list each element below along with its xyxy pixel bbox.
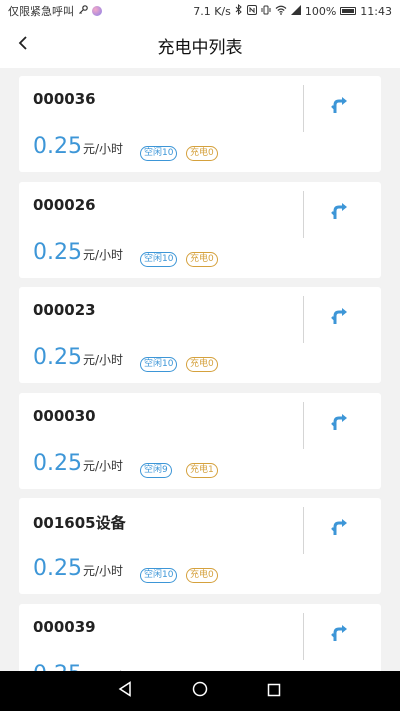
station-name: 000036: [33, 90, 96, 108]
station-price: 0.25 元/小时: [33, 134, 123, 159]
navigate-button[interactable]: [322, 618, 356, 652]
back-button[interactable]: [8, 30, 38, 60]
system-recents-button[interactable]: [264, 681, 284, 701]
idle-count-badge: 空闲9: [140, 462, 172, 478]
navigate-button[interactable]: [322, 512, 356, 546]
price-unit: 元/小时: [82, 142, 124, 156]
turn-right-arrow-icon: [329, 306, 349, 330]
square-recents-icon: [267, 682, 281, 701]
status-right: 7.1 K/s 100% 11:43: [193, 3, 392, 18]
charging-count-badge: 充电0: [186, 568, 218, 583]
turn-right-arrow-icon: [329, 623, 349, 647]
system-back-button[interactable]: [115, 681, 135, 701]
station-price: 0.25 元/小时: [33, 556, 123, 581]
divider: [303, 612, 304, 660]
station-list[interactable]: 000036 0.25 元/小时 空闲10 充电0 000026 0.25 元/…: [0, 68, 400, 671]
charging-count-badge: 充电0: [186, 357, 218, 372]
station-card[interactable]: 000023 0.25 元/小时 空闲10 充电0: [19, 287, 381, 383]
navigate-button[interactable]: [322, 196, 356, 230]
price-unit: 元/小时: [82, 564, 124, 578]
price-value: 0.25: [33, 345, 82, 370]
circle-home-icon: [192, 681, 208, 701]
network-speed: 7.1 K/s: [193, 4, 231, 18]
station-name: 000039: [33, 617, 96, 636]
navigate-button[interactable]: [322, 407, 356, 441]
station-card[interactable]: 000030 0.25 元/小时 空闲9 充电1: [19, 392, 381, 489]
status-left: 仅限紧急呼叫: [8, 3, 102, 19]
turn-right-arrow-icon: [329, 517, 349, 541]
header: 充电中列表: [0, 22, 400, 68]
station-price: 0.25 元/小时: [33, 662, 123, 672]
signal-icon: [290, 4, 301, 18]
divider: [303, 190, 304, 238]
divider: [303, 401, 304, 449]
station-name: 000030: [33, 406, 96, 425]
station-card[interactable]: 000039 0.25 元/小时 空闲10 充电0: [19, 603, 381, 672]
station-card[interactable]: 000036 0.25 元/小时 空闲10 充电0: [19, 76, 381, 172]
charging-count-badge: 充电1: [186, 462, 218, 478]
price-unit: 元/小时: [82, 353, 124, 367]
system-home-button[interactable]: [190, 681, 210, 701]
price-value: 0.25: [33, 450, 82, 476]
battery-icon: [340, 7, 357, 15]
station-price: 0.25 元/小时: [33, 240, 123, 265]
station-price: 0.25 元/小时: [33, 345, 123, 370]
carrier-text: 仅限紧急呼叫: [8, 5, 74, 18]
system-navigation-bar: [0, 671, 400, 711]
page-title: 充电中列表: [157, 37, 243, 58]
price-value: 0.25: [33, 134, 82, 159]
price-value: 0.25: [33, 556, 82, 581]
navigate-button[interactable]: [322, 301, 356, 335]
price-unit: 元/小时: [82, 247, 124, 262]
divider: [303, 85, 304, 132]
price-unit: 元/小时: [82, 458, 124, 473]
price-value: 0.25: [33, 239, 82, 265]
wifi-icon: [275, 5, 287, 18]
turn-right-arrow-icon: [329, 412, 349, 436]
station-name: 000023: [33, 301, 96, 319]
nfc-icon: [246, 4, 257, 18]
turn-right-arrow-icon: [329, 95, 349, 119]
idle-count-badge: 空闲10: [140, 251, 178, 267]
divider: [303, 507, 304, 554]
app-notification-icon: [92, 6, 102, 16]
station-name: 000026: [33, 195, 96, 214]
idle-count-badge: 空闲10: [140, 568, 178, 583]
navigate-button[interactable]: [322, 90, 356, 124]
triangle-back-icon: [118, 681, 132, 701]
key-icon: [78, 4, 88, 18]
idle-count-badge: 空闲10: [140, 357, 178, 372]
station-card[interactable]: 001605设备 0.25 元/小时 空闲10 充电0: [19, 498, 381, 594]
status-bar: 仅限紧急呼叫 7.1 K/s 100% 11:43: [0, 0, 400, 22]
chevron-left-icon: [17, 35, 29, 55]
price-value: 0.25: [33, 662, 82, 672]
station-name: 001605设备: [33, 514, 126, 532]
clock: 11:43: [360, 4, 392, 18]
battery-percent: 100%: [304, 4, 337, 18]
turn-right-arrow-icon: [329, 201, 349, 225]
idle-count-badge: 空闲10: [140, 146, 178, 161]
station-card[interactable]: 000026 0.25 元/小时 空闲10 充电0: [19, 181, 381, 278]
divider: [303, 296, 304, 343]
vibrate-icon: [261, 5, 271, 18]
station-price: 0.25 元/小时: [33, 451, 123, 476]
charging-count-badge: 充电0: [186, 146, 218, 161]
charging-count-badge: 充电0: [186, 251, 218, 267]
bluetooth-icon: [235, 3, 243, 18]
